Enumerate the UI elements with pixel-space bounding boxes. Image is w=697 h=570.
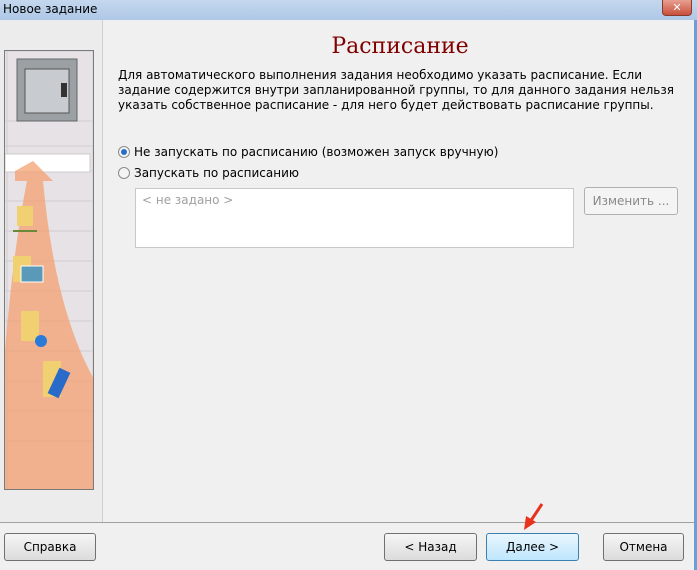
wizard-illustration <box>4 50 94 490</box>
title-bar: Новое задание ✕ <box>0 0 697 20</box>
schedule-display: < не задано > <box>135 188 574 248</box>
radio-no-schedule[interactable]: Не запускать по расписанию (возможен зап… <box>118 145 498 159</box>
window-title: Новое задание <box>3 2 98 16</box>
radio-label: Не запускать по расписанию (возможен зап… <box>134 145 499 159</box>
cancel-button[interactable]: Отмена <box>603 533 684 561</box>
edit-schedule-button[interactable]: Изменить ... <box>584 187 678 215</box>
red-pointer-arrow-icon <box>524 503 544 530</box>
radio-label: Запускать по расписанию <box>134 166 299 180</box>
radio-unselected-icon[interactable] <box>118 167 130 179</box>
close-button[interactable]: ✕ <box>662 0 692 16</box>
footer-divider <box>0 522 694 523</box>
back-button[interactable]: < Назад <box>384 533 477 561</box>
close-icon: ✕ <box>672 1 682 14</box>
page-title: Расписание <box>331 34 469 59</box>
radio-selected-icon[interactable] <box>118 146 130 158</box>
wizard-side-panel <box>0 20 103 522</box>
page-description: Для автоматического выполнения задания н… <box>118 68 674 112</box>
radio-run-on-schedule[interactable]: Запускать по расписанию <box>118 166 299 180</box>
help-button[interactable]: Справка <box>4 533 96 561</box>
next-button[interactable]: Далее > <box>486 533 579 561</box>
safe-icon <box>16 58 78 122</box>
